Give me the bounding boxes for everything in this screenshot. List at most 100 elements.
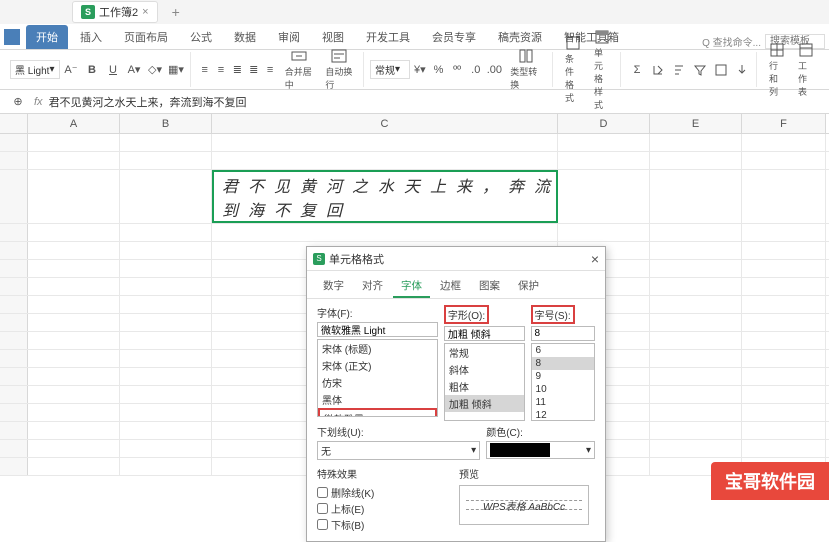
fill-button[interactable] [648, 60, 668, 80]
select-all-corner[interactable] [0, 114, 28, 133]
menu-pagelayout[interactable]: 页面布局 [114, 25, 178, 49]
size-col: 字号(S): 6 8 9 10 11 12 [531, 305, 595, 421]
cell-format-dialog: S 单元格格式 × 数字 对齐 字体 边框 图案 保护 字体(F): 宋体 (标… [306, 246, 606, 542]
conditional-format-button[interactable]: 条件格式 [559, 33, 587, 106]
col-header-D[interactable]: D [558, 114, 650, 133]
menubar: 开始 插入 页面布局 公式 数据 审阅 视图 开发工具 会员专享 稿壳资源 智能… [0, 24, 829, 50]
font-list[interactable]: 宋体 (标题) 宋体 (正文) 仿宋 黑体 微软雅黑 微软雅黑 Light [317, 339, 438, 417]
font-input[interactable] [317, 322, 438, 337]
indent-button[interactable]: ≡ [262, 60, 277, 80]
cell-style-button[interactable]: 单元格样式 [588, 27, 616, 113]
style-input[interactable] [444, 326, 525, 341]
doc-name: 工作簿2 [99, 4, 138, 20]
tab-protect[interactable]: 保护 [510, 275, 547, 298]
font-color-button[interactable]: A▾ [124, 60, 144, 80]
col-header-A[interactable]: A [28, 114, 120, 133]
style-list[interactable]: 常规 斜体 粗体 加粗 倾斜 [444, 343, 525, 421]
size-list[interactable]: 6 8 9 10 11 12 [531, 343, 595, 421]
color-col: 颜色(C): ▾ [486, 424, 595, 460]
strike-checkbox[interactable]: 删除线(K) [317, 485, 453, 500]
tab-border[interactable]: 边框 [432, 275, 469, 298]
list-item[interactable]: 黑体 [318, 391, 437, 408]
app-logo-icon[interactable] [4, 29, 20, 45]
selected-cell[interactable]: 君 不 见 黄 河 之 水 天 上 来 ， 奔 流 到 海 不 复 回 [212, 170, 558, 223]
size-input[interactable] [531, 326, 595, 341]
align-group: ≡ ≡ ≣ ≣ ≡ 合并居中 自动换行 [193, 52, 364, 87]
sum-button[interactable]: Σ [627, 60, 647, 80]
list-item-selected[interactable]: 8 [532, 357, 594, 370]
currency-button[interactable]: ¥▾ [411, 60, 429, 80]
find-button[interactable] [711, 60, 731, 80]
menu-formula[interactable]: 公式 [180, 25, 222, 49]
decimal-inc-button[interactable]: .0 [467, 60, 485, 80]
type-convert-button[interactable]: 类型转换 [504, 46, 548, 93]
fill-down-button[interactable] [732, 60, 752, 80]
list-item[interactable]: 10 [532, 383, 594, 396]
list-item-selected[interactable]: 加粗 倾斜 [445, 395, 524, 412]
style-col: 字形(O): 常规 斜体 粗体 加粗 倾斜 [444, 305, 525, 421]
list-item[interactable]: 斜体 [445, 361, 524, 378]
wps-icon: S [81, 5, 95, 19]
menu-member[interactable]: 会员专享 [422, 25, 486, 49]
decrease-font-button[interactable]: A⁻ [61, 60, 81, 80]
menu-data[interactable]: 数据 [224, 25, 266, 49]
filter-button[interactable] [690, 60, 710, 80]
tab-align[interactable]: 对齐 [354, 275, 391, 298]
dialog-close-button[interactable]: × [591, 251, 599, 267]
row-col-button[interactable]: 行和列 [763, 40, 791, 100]
border-button[interactable]: ▦▾ [166, 60, 186, 80]
list-item[interactable]: 9 [532, 370, 594, 383]
underline-select[interactable]: 无▾ [317, 441, 480, 460]
underline-label: 下划线(U): [317, 424, 480, 439]
tab-number[interactable]: 数字 [315, 275, 352, 298]
font-name-dropdown[interactable]: 黑 Light▾ [10, 60, 60, 79]
comma-button[interactable]: ºº [448, 60, 466, 80]
wrap-text-button[interactable]: 自动换行 [319, 46, 359, 93]
close-icon[interactable]: × [142, 6, 148, 18]
add-tab-button[interactable]: + [166, 4, 186, 20]
zoom-icon[interactable]: ⊕ [8, 92, 28, 112]
menu-dev[interactable]: 开发工具 [356, 25, 420, 49]
list-item[interactable]: 常规 [445, 344, 524, 361]
col-header-B[interactable]: B [120, 114, 212, 133]
subscript-checkbox[interactable]: 下标(B) [317, 517, 453, 532]
sort-button[interactable] [669, 60, 689, 80]
fx-icon[interactable]: fx [34, 96, 43, 108]
list-item[interactable]: 12 [532, 409, 594, 421]
menu-insert[interactable]: 插入 [70, 25, 112, 49]
menu-start[interactable]: 开始 [26, 25, 68, 49]
list-item[interactable]: 宋体 (正文) [318, 357, 437, 374]
align-left-button[interactable]: ≣ [230, 60, 245, 80]
list-item[interactable]: 11 [532, 396, 594, 409]
align-middle-button[interactable]: ≡ [213, 60, 228, 80]
color-label: 颜色(C): [486, 424, 595, 439]
fill-color-button[interactable]: ◇▾ [145, 60, 165, 80]
document-tab[interactable]: S 工作簿2 × [72, 1, 158, 23]
decimal-dec-button[interactable]: .00 [486, 60, 504, 80]
col-header-F[interactable]: F [742, 114, 826, 133]
number-format-dropdown[interactable]: 常规▾ [370, 60, 410, 79]
align-center-button[interactable]: ≣ [246, 60, 261, 80]
superscript-checkbox[interactable]: 上标(E) [317, 501, 453, 516]
list-item[interactable]: 粗体 [445, 378, 524, 395]
tab-pattern[interactable]: 图案 [471, 275, 508, 298]
bold-button[interactable]: B [82, 60, 102, 80]
underline-button[interactable]: U [103, 60, 123, 80]
list-item[interactable]: 仿宋 [318, 374, 437, 391]
preview-label: 预览 [459, 466, 595, 481]
col-header-E[interactable]: E [650, 114, 742, 133]
merge-center-button[interactable]: 合并居中 [279, 46, 319, 93]
align-top-button[interactable]: ≡ [197, 60, 212, 80]
worksheet-button[interactable]: 工作表 [792, 40, 820, 100]
table-row [0, 152, 829, 170]
list-item-highlighted[interactable]: 微软雅黑 [318, 408, 437, 417]
color-select[interactable]: ▾ [486, 441, 595, 459]
percent-button[interactable]: % [430, 60, 448, 80]
list-item[interactable]: 宋体 (标题) [318, 340, 437, 357]
col-header-C[interactable]: C [212, 114, 558, 133]
formula-text[interactable]: 君不见黄河之水天上来，奔流到海不复回 [49, 94, 247, 110]
cell-group: 行和列 工作表 [759, 52, 824, 87]
tab-font[interactable]: 字体 [393, 275, 430, 298]
effects-label: 特殊效果 [317, 466, 453, 481]
list-item[interactable]: 6 [532, 344, 594, 357]
